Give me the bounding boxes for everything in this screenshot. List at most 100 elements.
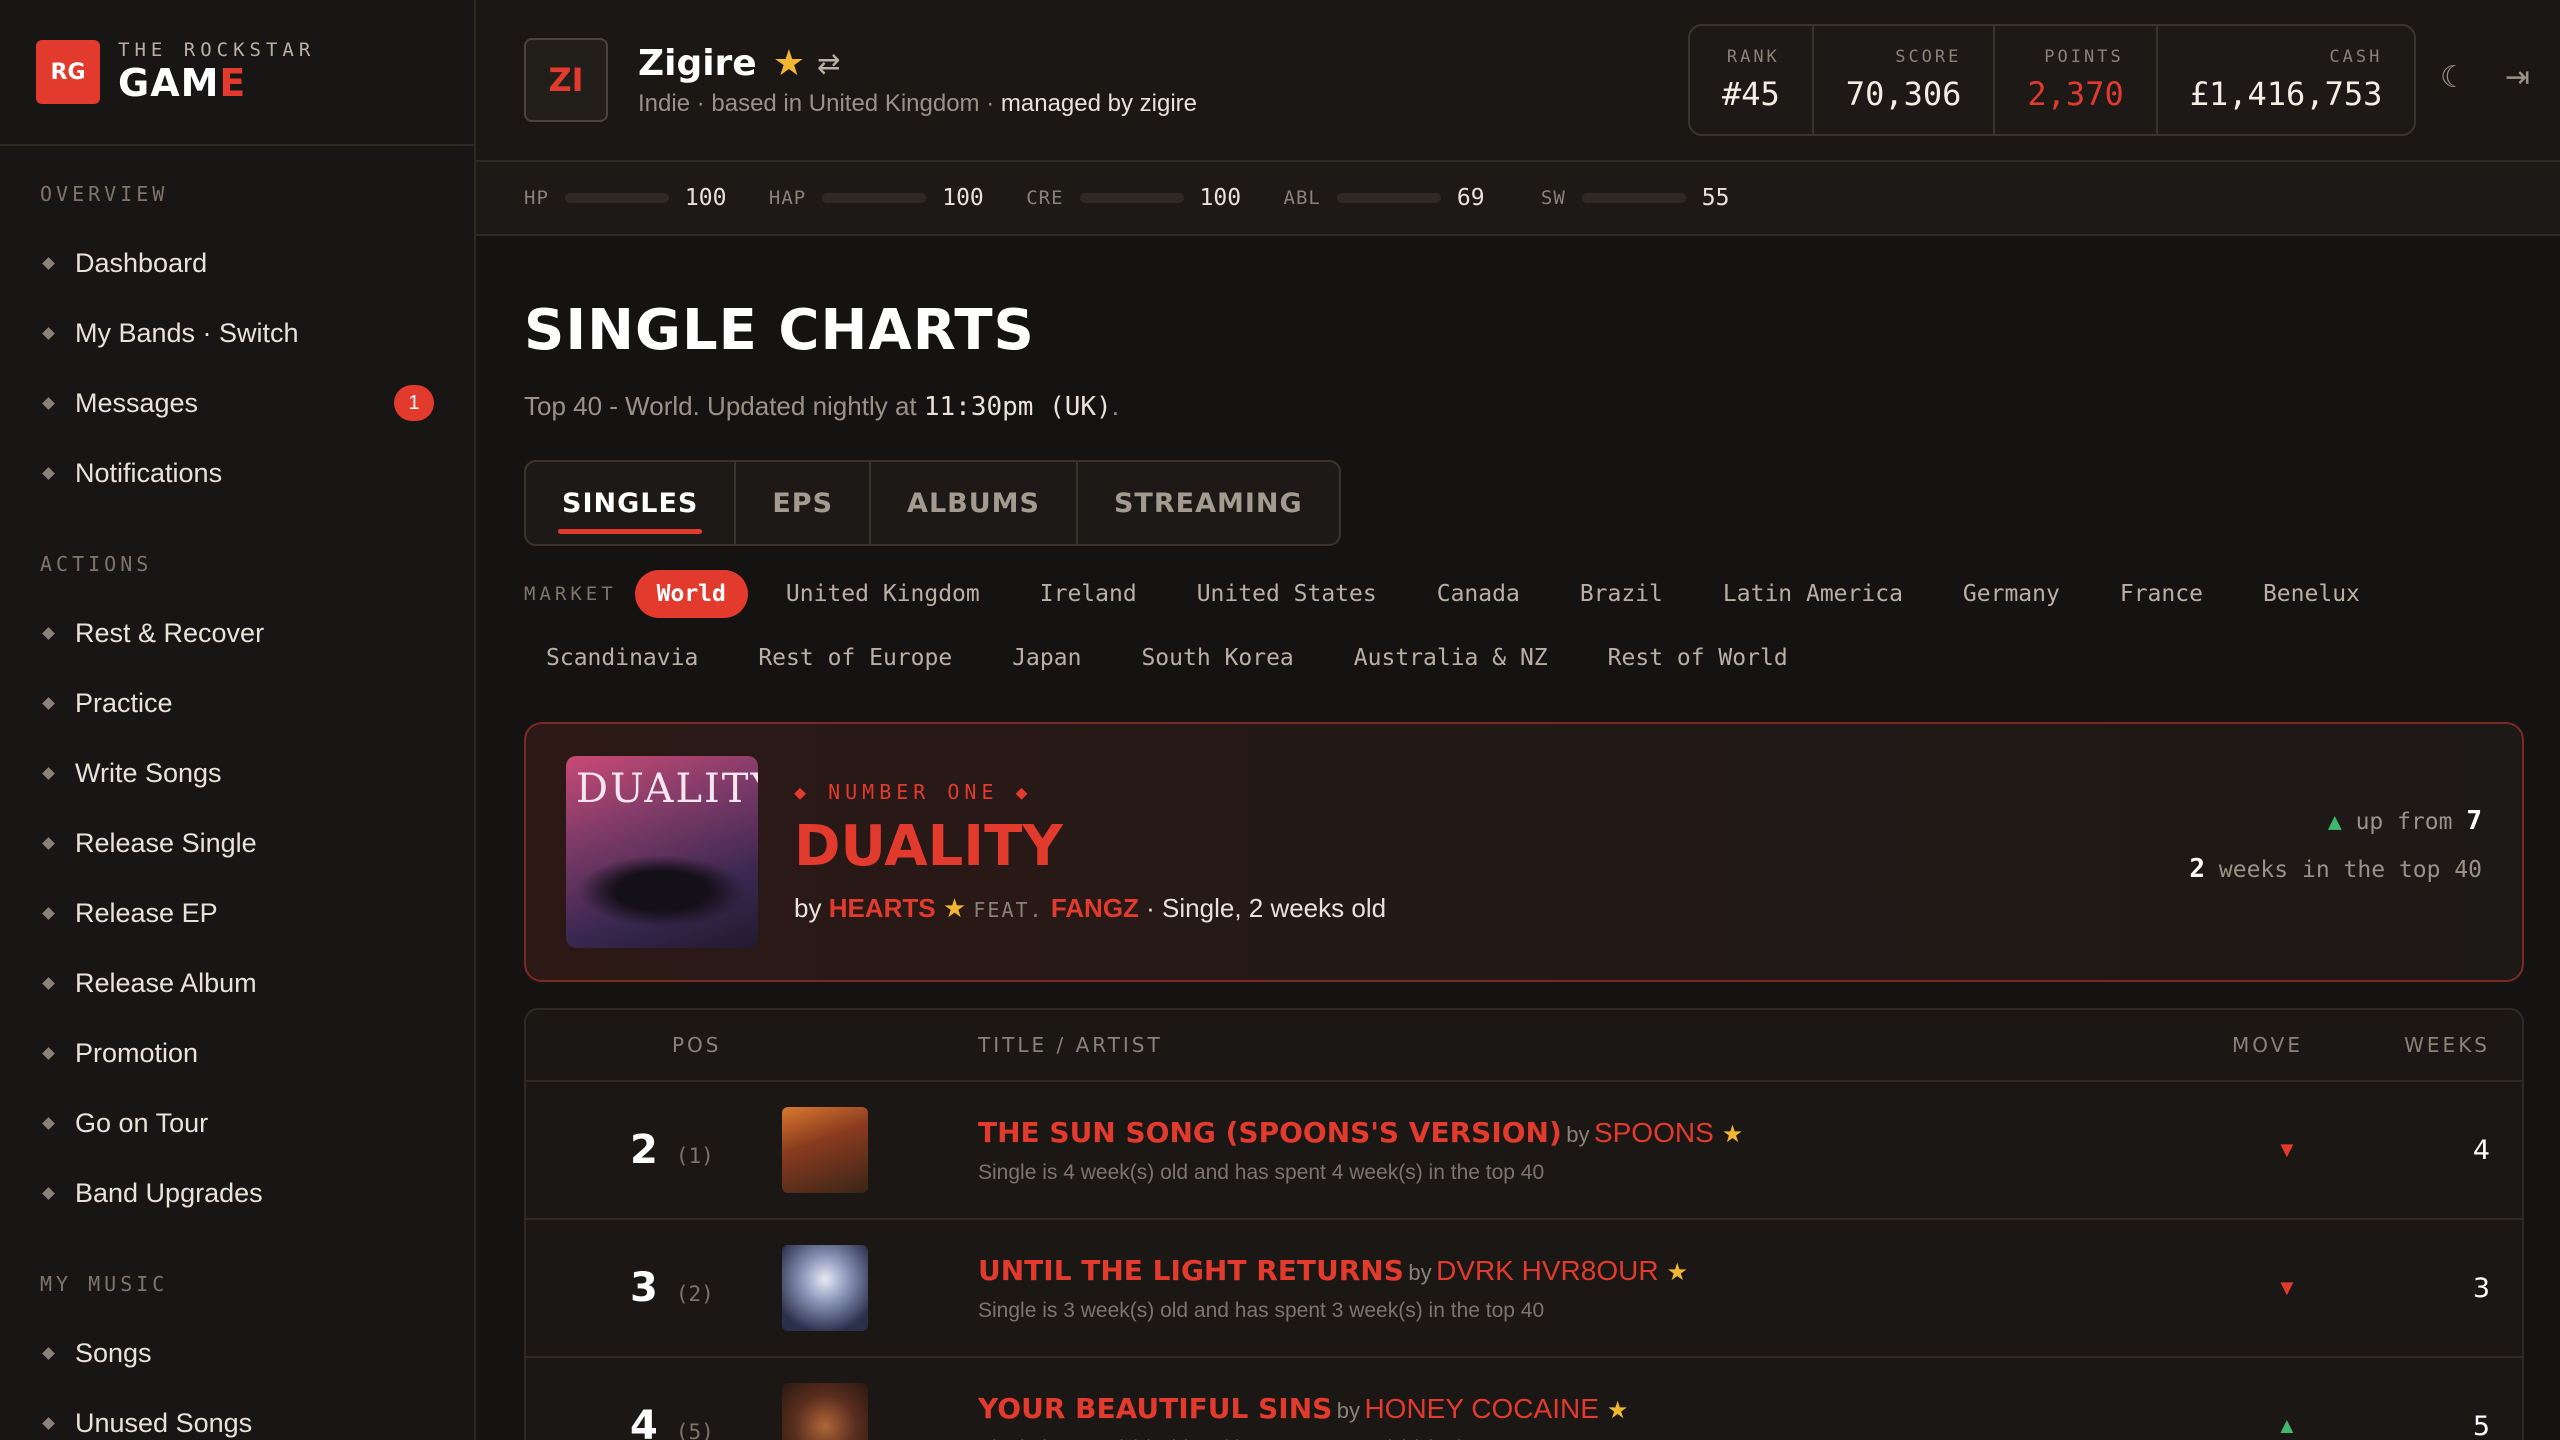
sidebar-item-release-single[interactable]: Release Single xyxy=(0,808,474,878)
moon-icon[interactable]: ☾ xyxy=(2440,60,2467,95)
market-chip[interactable]: Rest of World xyxy=(1586,634,1810,682)
topbar: ZI Zigire ★ ⇄ Indie · based in United Ki… xyxy=(476,0,2560,162)
sidebar-item-dashboard[interactable]: Dashboard xyxy=(0,228,474,298)
sidebar-item-promotion[interactable]: Promotion xyxy=(0,1018,474,1088)
sidebar-item-songs[interactable]: Songs xyxy=(0,1318,474,1388)
meter-abl: ABL 69 xyxy=(1283,185,1485,211)
weeks-count: 5 xyxy=(2472,1410,2490,1440)
chart-table: POS TITLE / ARTIST MOVE WEEKS 2 (1) THE SU… xyxy=(524,1008,2524,1440)
sidebar-item-notifications[interactable]: Notifications xyxy=(0,438,474,508)
market-chip[interactable]: Scandinavia xyxy=(524,634,720,682)
up-arrow-icon: ▲ xyxy=(2327,809,2342,835)
number-one-kicker: ◆ NUMBER ONE ◆ xyxy=(794,780,1033,804)
artist-link[interactable]: DVRK HVR8OUR xyxy=(1436,1255,1658,1286)
number-one-card[interactable]: DUALITY ◆ NUMBER ONE ◆ DUALITY by HEARTS… xyxy=(524,722,2524,982)
tab-singles[interactable]: SINGLES xyxy=(526,462,737,544)
market-chip[interactable]: Canada xyxy=(1415,570,1542,618)
market-chip[interactable]: Australia & NZ xyxy=(1332,634,1570,682)
sidebar-item-release-ep[interactable]: Release EP xyxy=(0,878,474,948)
diamond-icon xyxy=(42,466,55,480)
number-one-stats: ▲ up from 7 2 weeks in the top 40 xyxy=(2189,806,2482,884)
diamond-icon xyxy=(42,256,55,270)
sidebar: RG THE ROCKSTAR GAME OVERVIEW Dashboard … xyxy=(0,0,476,1440)
nav-heading-actions: ACTIONS xyxy=(40,552,153,576)
diamond-icon xyxy=(42,836,55,850)
stats-panel: RANK #45 SCORE 70,306 POINTS 2,370 CASH £1,4… xyxy=(1688,24,2417,136)
cover-thumbnail xyxy=(782,1383,868,1440)
diamond-icon xyxy=(42,696,55,710)
star-icon: ★ xyxy=(772,42,806,83)
artist-link[interactable]: HEARTS xyxy=(829,893,936,923)
sidebar-item-unused-songs[interactable]: Unused Songs xyxy=(0,1388,474,1440)
star-icon: ★ xyxy=(942,893,967,923)
nav-heading-overview: OVERVIEW xyxy=(40,182,169,206)
tab-streaming[interactable]: STREAMING xyxy=(1078,462,1339,544)
sidebar-item-tour[interactable]: Go on Tour xyxy=(0,1088,474,1158)
sidebar-item-my-bands[interactable]: My Bands · Switch xyxy=(0,298,474,368)
market-chip[interactable]: South Korea xyxy=(1119,634,1315,682)
number-one-artist: by HEARTS ★ FEAT. FANGZ · Single, 2 week… xyxy=(794,893,1387,923)
market-chip[interactable]: Japan xyxy=(990,634,1103,682)
cover-art: DUALITY xyxy=(566,756,758,948)
diamond-icon xyxy=(42,1416,55,1430)
logout-icon[interactable]: ⇥ xyxy=(2505,60,2530,95)
page-title: SINGLE CHARTS xyxy=(524,298,1035,363)
diamond-icon xyxy=(42,326,55,340)
artist-link[interactable]: HONEY COCAINE xyxy=(1364,1393,1598,1424)
meter-hap: HAP 100 xyxy=(768,185,984,211)
chart-tabs: SINGLES EPS ALBUMS STREAMING xyxy=(524,460,1341,546)
unread-badge: 1 xyxy=(394,385,434,421)
move-down-icon: ▼ xyxy=(2276,1137,2298,1162)
tab-albums[interactable]: ALBUMS xyxy=(871,462,1078,544)
stat-points: POINTS 2,370 xyxy=(1995,26,2158,134)
number-one-title[interactable]: DUALITY xyxy=(794,814,1386,879)
brand-logo: RG xyxy=(36,40,100,104)
page-subtitle: Top 40 - World. Updated nightly at 11:30… xyxy=(524,391,1119,422)
market-chip[interactable]: World xyxy=(634,570,748,618)
market-chip[interactable]: United Kingdom xyxy=(764,570,1002,618)
brand[interactable]: RG THE ROCKSTAR GAME xyxy=(0,0,474,146)
market-chip[interactable]: United States xyxy=(1175,570,1399,618)
song-meta: Single is 5 week(s) old and has spent 5 … xyxy=(978,1437,1628,1440)
band-avatar[interactable]: ZI xyxy=(524,38,608,122)
table-row[interactable]: 4 (5) YOUR BEAUTIFUL SINS by HONEY COCAINE… xyxy=(526,1358,2522,1440)
sidebar-item-band-upgrades[interactable]: Band Upgrades xyxy=(0,1158,474,1228)
market-chip[interactable]: Ireland xyxy=(1018,570,1159,618)
sidebar-item-release-album[interactable]: Release Album xyxy=(0,948,474,1018)
song-title-link[interactable]: THE SUN SONG (SPOONS'S VERSION) xyxy=(978,1116,1562,1149)
meter-sw: SW 55 xyxy=(1540,185,1730,211)
stat-rank: RANK #45 xyxy=(1690,26,1814,134)
market-chip[interactable]: Rest of Europe xyxy=(736,634,974,682)
switch-icon[interactable]: ⇄ xyxy=(817,47,840,80)
sidebar-item-rest[interactable]: Rest & Recover xyxy=(0,598,474,668)
stat-cash: CASH £1,416,753 xyxy=(2189,47,2383,113)
table-row[interactable]: 2 (1) THE SUN SONG (SPOONS'S VERSION) by S… xyxy=(526,1082,2522,1220)
star-icon: ★ xyxy=(1606,1396,1629,1424)
song-title-link[interactable]: YOUR BEAUTIFUL SINS xyxy=(978,1392,1332,1425)
market-chip[interactable]: Benelux xyxy=(2241,570,2382,618)
feat-artist-link[interactable]: FANGZ xyxy=(1051,893,1139,923)
sidebar-item-write-songs[interactable]: Write Songs xyxy=(0,738,474,808)
diamond-icon xyxy=(42,906,55,920)
market-chip[interactable]: France xyxy=(2098,570,2225,618)
sidebar-item-practice[interactable]: Practice xyxy=(0,668,474,738)
diamond-icon xyxy=(42,396,55,410)
move-up-icon: ▲ xyxy=(2276,1413,2298,1438)
position: 2 (1) xyxy=(630,1127,714,1173)
diamond-icon xyxy=(42,1116,55,1130)
sidebar-item-messages[interactable]: Messages 1 xyxy=(0,368,474,438)
artist-link[interactable]: SPOONS xyxy=(1594,1117,1714,1148)
diamond-icon xyxy=(42,1046,55,1060)
market-chip[interactable]: Brazil xyxy=(1558,570,1685,618)
band-subtitle: Indie · based in United Kingdom · manage… xyxy=(638,90,1197,117)
diamond-icon xyxy=(42,626,55,640)
move-down-icon: ▼ xyxy=(2276,1275,2298,1300)
table-row[interactable]: 3 (2) UNTIL THE LIGHT RETURNS by DVRK HVR8… xyxy=(526,1220,2522,1358)
market-chip[interactable]: Germany xyxy=(1941,570,2082,618)
star-icon: ★ xyxy=(1666,1258,1689,1286)
tab-eps[interactable]: EPS xyxy=(736,462,872,544)
market-chip[interactable]: Latin America xyxy=(1701,570,1925,618)
song-title-link[interactable]: UNTIL THE LIGHT RETURNS xyxy=(978,1254,1404,1287)
diamond-icon xyxy=(42,976,55,990)
weeks-count: 3 xyxy=(2472,1272,2490,1304)
